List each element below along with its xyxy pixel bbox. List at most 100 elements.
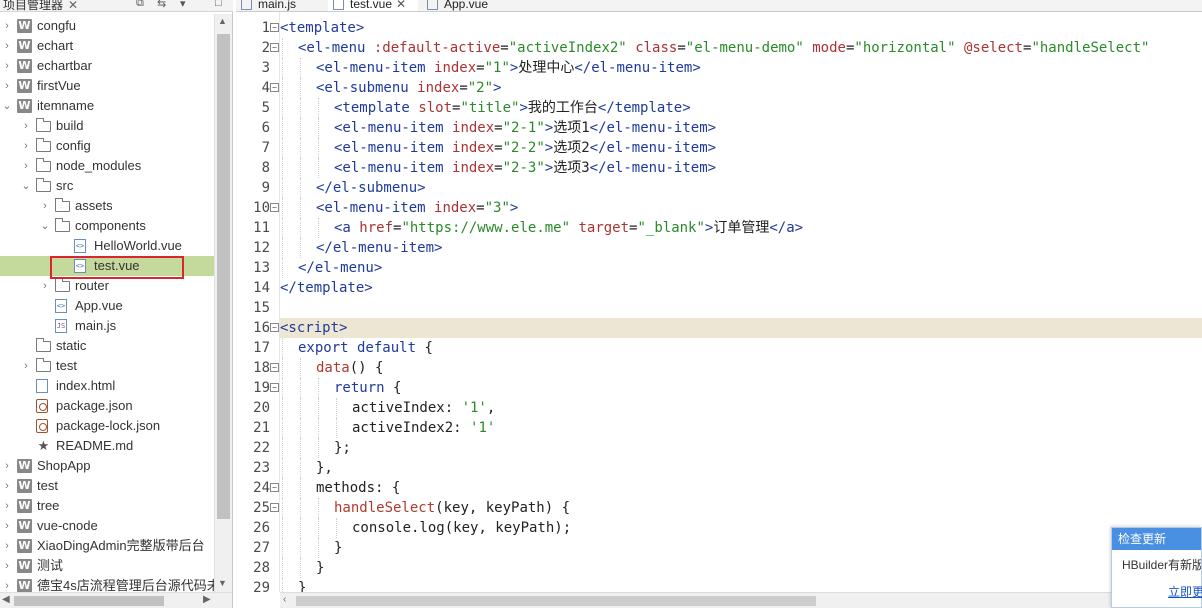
code-line[interactable]: </el-menu> [280,258,1202,278]
code-line[interactable]: data() { [280,358,1202,378]
editor-horizontal-scrollbar[interactable]: ‹ [280,592,1202,608]
tab-app-vue[interactable]: App.vue [422,0,518,11]
chevron-down-icon[interactable]: ⌄ [39,216,51,236]
chevron-down-icon[interactable]: ⌄ [20,176,32,196]
tree-item[interactable]: JS main.js [0,316,214,336]
tree-item[interactable]: › router [0,276,214,296]
chevron-right-icon[interactable]: › [1,76,13,96]
tree-item[interactable]: › config [0,136,214,156]
code-line[interactable]: <template> [280,18,1202,38]
chevron-right-icon[interactable]: › [39,276,51,296]
code-area[interactable]: <template> <el-menu :default-active="acti… [280,12,1202,592]
view-menu-icon[interactable]: ▾ [180,0,186,10]
fold-toggle-icon[interactable]: − [270,83,279,92]
scrollbar-thumb[interactable] [296,596,816,606]
tab-close-icon[interactable]: ✕ [396,0,406,11]
fold-toggle-icon[interactable]: − [270,503,279,512]
tree-item[interactable]: › assets [0,196,214,216]
code-line[interactable]: <el-menu-item index="2-3">选项3</el-menu-i… [280,158,1202,178]
tree-item[interactable]: ⌄ components [0,216,214,236]
code-line[interactable]: </template> [280,278,1202,298]
scroll-down-arrow-icon[interactable]: ▼ [218,578,227,588]
code-line[interactable]: <el-menu-item index="2-2">选项2</el-menu-i… [280,138,1202,158]
code-line[interactable]: <el-menu-item index="3"> [280,198,1202,218]
chevron-right-icon[interactable]: › [20,136,32,156]
tree-horizontal-scrollbar[interactable]: ◀ ▶ [0,592,232,608]
tree-item[interactable]: ⌄ Witemname [0,96,214,116]
tree-item[interactable]: › Wechart [0,36,214,56]
code-line[interactable]: <el-menu-item index="1">处理中心</el-menu-it… [280,58,1202,78]
scrollbar-thumb[interactable] [14,596,164,606]
code-line[interactable]: <el-menu :default-active="activeIndex2" … [280,38,1202,58]
fold-toggle-icon[interactable]: − [270,43,279,52]
tree-item[interactable]: package.json [0,396,214,416]
minimize-icon[interactable]: □ [215,0,222,9]
code-line[interactable]: <el-submenu index="2"> [280,78,1202,98]
fold-toggle-icon[interactable]: − [270,323,279,332]
chevron-right-icon[interactable]: › [1,16,13,36]
tree-item[interactable]: › WfirstVue [0,76,214,96]
code-line[interactable]: activeIndex2: '1' [280,418,1202,438]
scroll-up-arrow-icon[interactable]: ▲ [218,16,227,26]
code-line[interactable]: export default { [280,338,1202,358]
tree-item[interactable]: › W 测试 [0,556,214,576]
tree-item[interactable]: › W ShopApp [0,456,214,476]
tab-test-vue[interactable]: test.vue ✕ [328,0,418,11]
code-line[interactable]: <script> [280,318,1202,338]
chevron-right-icon[interactable]: › [1,496,13,516]
tree-item[interactable]: › node_modules [0,156,214,176]
scrollbar-thumb[interactable] [217,34,230,519]
tree-item[interactable]: index.html [0,376,214,396]
code-editor[interactable]: 1−2−3 4−5 6 7 8 9 10−11 12 13 14 15 16−17 18−19−20 21… [236,12,1202,592]
tree-item[interactable]: › build [0,116,214,136]
chevron-right-icon[interactable]: › [1,456,13,476]
code-line[interactable]: } [280,558,1202,578]
code-line[interactable]: handleSelect(key, keyPath) { [280,498,1202,518]
fold-toggle-icon[interactable]: − [270,203,279,212]
scroll-right-arrow-icon[interactable]: ▶ [203,594,211,605]
tree-item[interactable]: ★ README.md [0,436,214,456]
code-line[interactable]: }; [280,438,1202,458]
chevron-right-icon[interactable]: › [1,516,13,536]
tree-item[interactable]: › Wtree [0,496,214,516]
fold-toggle-icon[interactable]: − [270,23,279,32]
tree-item[interactable]: › W XiaoDingAdmin完整版带后台 [0,536,214,556]
fold-toggle-icon[interactable]: − [270,383,279,392]
tree-item[interactable]: › Wtest [0,476,214,496]
fold-toggle-icon[interactable]: − [270,483,279,492]
tree-item[interactable]: › Wechartbar [0,56,214,76]
code-line[interactable]: <template slot="title">我的工作台</template> [280,98,1202,118]
code-line[interactable]: } [280,578,1202,592]
code-line[interactable] [280,298,1202,318]
code-line[interactable]: </el-submenu> [280,178,1202,198]
scroll-left-arrow-icon[interactable]: ◀ [2,594,10,605]
chevron-right-icon[interactable]: › [1,476,13,496]
chevron-right-icon[interactable]: › [20,356,32,376]
code-line[interactable]: activeIndex: '1', [280,398,1202,418]
chevron-right-icon[interactable]: › [20,116,32,136]
chevron-right-icon[interactable]: › [20,156,32,176]
code-line[interactable]: console.log(key, keyPath); [280,518,1202,538]
tree-item[interactable]: › Wvue-cnode [0,516,214,536]
update-now-link[interactable]: 立即更 [1168,583,1202,600]
code-line[interactable]: }, [280,458,1202,478]
chevron-right-icon[interactable]: › [1,56,13,76]
code-line[interactable]: <el-menu-item index="2-1">选项1</el-menu-i… [280,118,1202,138]
tree-item[interactable]: › test [0,356,214,376]
tree-item[interactable]: › Wcongfu [0,16,214,36]
tree-item[interactable]: static [0,336,214,356]
panel-close-icon[interactable]: ✕ [68,0,78,11]
collapse-all-icon[interactable]: ⧉ [136,0,144,10]
fold-toggle-icon[interactable]: − [270,363,279,372]
code-line[interactable]: return { [280,378,1202,398]
code-line[interactable]: methods: { [280,478,1202,498]
tree-item[interactable]: package-lock.json [0,416,214,436]
chevron-right-icon[interactable]: › [1,36,13,56]
tab-main-js[interactable]: main.js [236,0,326,11]
chevron-right-icon[interactable]: › [39,196,51,216]
tree-item[interactable]: <> App.vue [0,296,214,316]
tree-item[interactable]: ⌄ src [0,176,214,196]
tree-item[interactable]: <> HelloWorld.vue [0,236,214,256]
code-line[interactable]: <a href="https://www.ele.me" target="_bl… [280,218,1202,238]
scroll-left-arrow-icon[interactable]: ‹ [283,594,286,605]
